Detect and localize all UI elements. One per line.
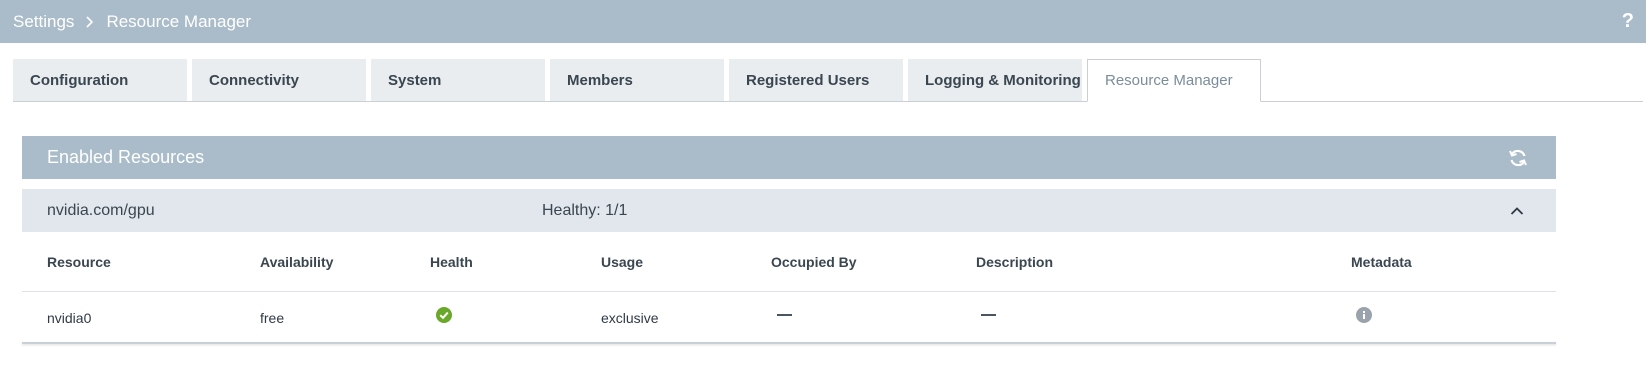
- column-header-occupied-by: Occupied By: [771, 254, 857, 270]
- help-icon[interactable]: ?: [1622, 10, 1634, 33]
- cell-usage: exclusive: [601, 310, 659, 326]
- chevron-up-icon[interactable]: [1510, 203, 1524, 215]
- cell-availability: free: [260, 310, 285, 326]
- tab-logging-monitoring[interactable]: Logging & Monitoring: [908, 59, 1082, 101]
- column-header-availability: Availability: [260, 254, 334, 270]
- column-header-health: Health: [430, 254, 473, 270]
- breadcrumb-settings[interactable]: Settings: [13, 12, 74, 32]
- tab-baseline: [13, 101, 1643, 102]
- resource-group-row[interactable]: nvidia.com/gpu Healthy: 1/1: [22, 189, 1556, 232]
- tab-bar: Configuration Connectivity System Member…: [13, 59, 1643, 102]
- column-header-description: Description: [976, 254, 1054, 270]
- resource-group-name: nvidia.com/gpu: [47, 202, 155, 219]
- tab-registered-users[interactable]: Registered Users: [729, 59, 903, 101]
- panel-title: Enabled Resources: [47, 147, 205, 167]
- enabled-resources-header: Enabled Resources: [22, 136, 1556, 179]
- tab-resource-manager[interactable]: Resource Manager: [1087, 59, 1261, 102]
- resource-group-health: Healthy: 1/1: [542, 202, 628, 219]
- table-divider: [22, 291, 1556, 292]
- top-bar: Settings Resource Manager ?: [0, 0, 1646, 43]
- tab-system[interactable]: System: [371, 59, 545, 101]
- chevron-right-icon: [86, 15, 94, 28]
- cell-resource: nvidia0: [47, 310, 92, 326]
- refresh-icon[interactable]: [1508, 148, 1528, 168]
- tab-connectivity[interactable]: Connectivity: [192, 59, 366, 101]
- tab-members[interactable]: Members: [550, 59, 724, 101]
- column-header-metadata: Metadata: [1351, 254, 1412, 270]
- column-header-resource: Resource: [47, 254, 111, 270]
- info-icon[interactable]: [1356, 307, 1372, 328]
- tab-configuration[interactable]: Configuration: [13, 59, 187, 101]
- column-header-usage: Usage: [601, 254, 644, 270]
- cell-description-empty: [981, 314, 996, 316]
- breadcrumb-current: Resource Manager: [106, 11, 252, 31]
- cell-occupied-by-empty: [777, 314, 792, 316]
- check-circle-icon: [436, 307, 452, 328]
- table-bottom-border: [22, 342, 1556, 344]
